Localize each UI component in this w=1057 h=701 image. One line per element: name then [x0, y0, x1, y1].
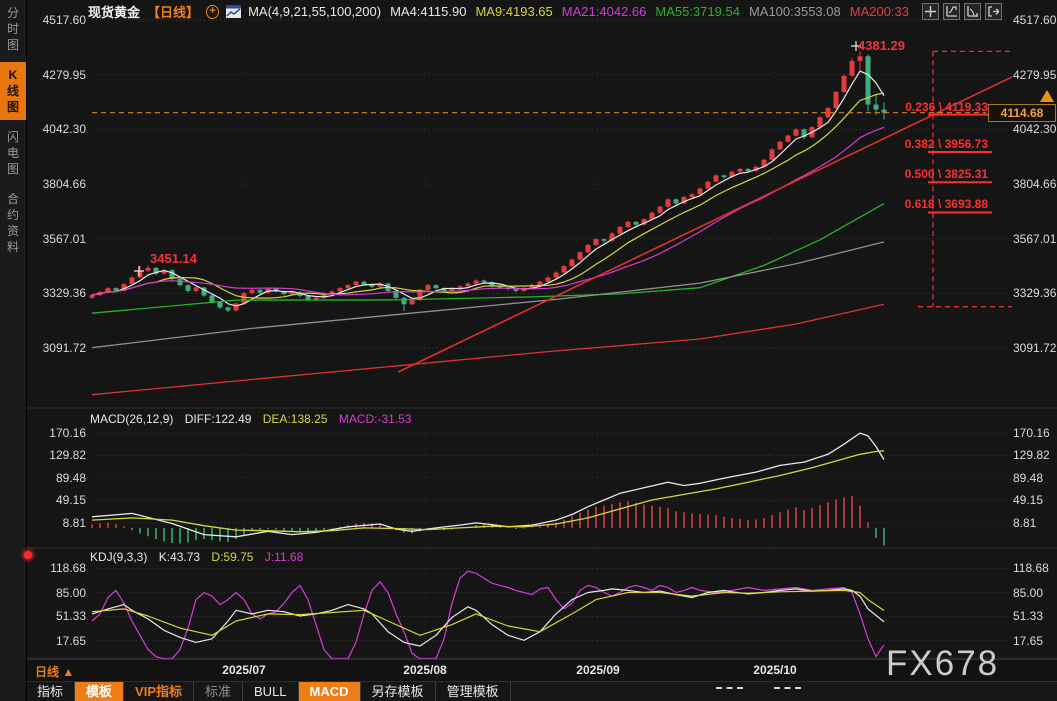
kdj-params: KDJ(9,3,3) [90, 550, 148, 564]
ma-summary: MA(4,9,21,55,100,200) MA4:4115.90 MA9:4193… [248, 4, 918, 19]
kdj-axis-label-right: 51.33 [1013, 609, 1044, 624]
y-axis-label-right: 3329.36 [1013, 286, 1057, 301]
symbol-title: 现货黄金 [88, 5, 141, 20]
sidebar-item-label: 合约资料 [6, 192, 19, 254]
chart-style-icon[interactable] [226, 5, 242, 18]
y-axis-label-left: 4279.95 [42, 67, 86, 82]
toolbar-item-管理模板[interactable]: 管理模板 [436, 682, 511, 701]
chart-toolbuttons [922, 3, 1002, 20]
axis-labels-layer: 4517.60 4517.60 4279.95 4279.95 4042.30 4042.… [0, 0, 1057, 701]
toolbar-item-指标[interactable]: 指标 [26, 682, 76, 701]
axis-zoom-in-icon[interactable] [943, 3, 960, 20]
kdj-axis-label-left: 85.00 [55, 585, 86, 600]
current-price-box: 4114.68 [988, 103, 1056, 122]
trading-app: 分时图 K线图闪电图合约资料 现货黄金 【日线】 + MA(4,9,21,55,1… [0, 0, 1057, 701]
macd-axis-label-left: 170.16 [49, 425, 86, 440]
crosshair-icon[interactable] [922, 3, 939, 20]
chart-header: 现货黄金 【日线】 + MA(4,9,21,55,100,200) MA4:411… [88, 2, 918, 21]
y-axis-label-left: 3091.72 [42, 341, 86, 356]
macd-header: MACD(26,12,9) DIFF:122.49 DEA:138.25 MAC… [90, 412, 420, 426]
period-label[interactable]: 【日线】 [147, 2, 199, 21]
toolbar-item-模板[interactable]: 模板 [75, 682, 125, 701]
y-axis-label-right: 4517.60 [1013, 13, 1057, 27]
price-annotation: 3451.14 [150, 251, 197, 266]
watermark: FX678 [886, 644, 1000, 683]
sidebar-item-1[interactable]: K线图 [0, 62, 26, 120]
y-axis-label-left: 4517.60 [42, 13, 86, 27]
toolbar-item-MACD[interactable]: MACD [298, 682, 361, 701]
macd-params: MACD(26,12,9) [90, 412, 174, 426]
fib-level-label: 0.618 \ 3693.88 [904, 197, 988, 212]
price-annotation: 4381.29 [858, 38, 905, 53]
macd-axis-label-right: 89.48 [1013, 470, 1044, 485]
sidebar-item-label: 闪电图 [6, 130, 19, 176]
month-label: 2025/07 [222, 663, 266, 677]
y-axis-label-right: 3567.01 [1013, 231, 1057, 246]
kdj-axis-label-left: 51.33 [55, 609, 86, 624]
fib-level-label: 0.382 \ 3956.73 [904, 137, 988, 152]
y-axis-label-right: 3091.72 [1013, 341, 1057, 356]
sidebar: 分时图 K线图闪电图合约资料 [0, 0, 27, 701]
macd-diff-value: DIFF:122.49 [184, 412, 252, 426]
ma-summary-item: MA200:33 [849, 4, 909, 19]
kdj-axis-label-right: 118.68 [1013, 561, 1049, 576]
toolbar-item-另存模板[interactable]: 另存模板 [361, 682, 436, 701]
toolbar-item-BULL[interactable]: BULL [243, 682, 299, 701]
sidebar-item-0[interactable]: 分时图 [0, 0, 26, 58]
axis-zoom-out-icon[interactable] [964, 3, 981, 20]
sidebar-item-3[interactable]: 合约资料 [0, 186, 26, 260]
fib-level-label: 0.236 \ 4119.33 [905, 99, 988, 114]
resize-dash-mark [774, 687, 801, 689]
resize-dash-mark [716, 687, 743, 689]
exit-fullscreen-icon[interactable] [985, 3, 1002, 20]
bottom-toolbar: 指标 模板 VIP指标 标准 BULL MACD 另存模板 管理模板 [26, 681, 1057, 701]
toolbar-item-VIP指标[interactable]: VIP指标 [124, 682, 194, 701]
toolbar-item-标准[interactable]: 标准 [194, 682, 244, 701]
sidebar-item-label: 分时图 [6, 6, 19, 52]
macd-axis-label-right: 49.15 [1013, 493, 1044, 508]
add-indicator-icon[interactable]: + [206, 4, 220, 19]
y-axis-label-left: 3804.66 [42, 177, 86, 191]
y-axis-label-left: 3567.01 [42, 231, 86, 246]
y-axis-label-right: 4042.30 [1013, 122, 1057, 137]
ma-summary-item: MA4:4115.90 [390, 4, 467, 19]
macd-axis-label-right: 8.81 [1013, 516, 1037, 530]
y-axis-label-left: 3329.36 [42, 286, 86, 301]
macd-value: MACD:-31.53 [338, 412, 412, 426]
macd-axis-label-right: 129.82 [1013, 448, 1050, 463]
ma-summary-item: MA55:3719.54 [655, 4, 740, 19]
timeframe-selector[interactable]: 日线 ▲ [35, 663, 74, 680]
month-label: 2025/09 [576, 663, 620, 677]
macd-axis-label-left: 8.81 [62, 516, 86, 530]
sidebar-item-2[interactable]: 闪电图 [0, 124, 26, 182]
kdj-axis-label-right: 85.00 [1013, 585, 1044, 600]
y-axis-label-right: 3804.66 [1013, 177, 1057, 191]
macd-axis-label-left: 89.48 [55, 470, 86, 485]
sidebar-item-label: K线图 [6, 68, 19, 114]
ma-summary-item: MA100:3553.08 [748, 4, 841, 19]
macd-dea-value: DEA:138.25 [262, 412, 328, 426]
kdj-d-value: D:59.75 [211, 550, 254, 564]
ma-summary-item: MA9:4193.65 [475, 4, 553, 19]
macd-axis-label-left: 129.82 [49, 448, 86, 463]
kdj-j-value: J:11.68 [264, 550, 304, 564]
kdj-header: KDJ(9,3,3) K:43.73 D:59.75 J:11.68 [90, 550, 311, 564]
kdj-k-value: K:43.73 [158, 550, 201, 564]
month-label: 2025/10 [753, 663, 797, 677]
fib-level-label: 0.500 \ 3825.31 [904, 167, 988, 182]
ma-summary-item: MA(4,9,21,55,100,200) [248, 4, 382, 19]
macd-axis-label-left: 49.15 [55, 493, 86, 508]
kdj-axis-label-right: 17.65 [1013, 633, 1044, 648]
alert-dot-icon [24, 551, 32, 559]
price-marker-icon [1040, 90, 1054, 102]
kdj-axis-label-left: 118.68 [50, 561, 86, 576]
kdj-axis-label-left: 17.65 [55, 633, 86, 648]
macd-axis-label-right: 170.16 [1013, 425, 1050, 440]
y-axis-label-left: 4042.30 [42, 122, 86, 137]
y-axis-label-right: 4279.95 [1013, 67, 1057, 82]
ma-summary-item: MA21:4042.66 [561, 4, 647, 19]
month-label: 2025/08 [403, 663, 447, 677]
